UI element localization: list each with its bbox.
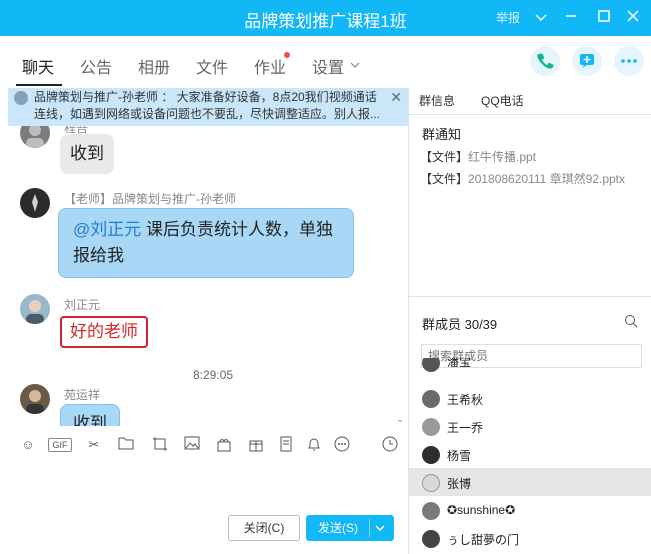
- members-title: 群成员 30/39: [422, 317, 498, 332]
- sender-name: 【老师】品牌策划与推广-孙老师: [64, 192, 236, 206]
- send-divider: [369, 519, 370, 537]
- file-item[interactable]: 【文件】201808620111 章琪然92.pptx: [420, 170, 625, 187]
- member-item[interactable]: 潘宝: [409, 358, 651, 376]
- tabs-divider: [409, 114, 651, 115]
- close-icon[interactable]: ✕: [390, 89, 402, 106]
- gift-box-icon[interactable]: [214, 436, 234, 454]
- avatar[interactable]: [20, 126, 50, 148]
- tab-qq-call[interactable]: QQ电话: [471, 88, 534, 114]
- message-input[interactable]: 关闭(C) 发送(S): [8, 460, 408, 554]
- chat-message-list[interactable]: 程吾 收到 【老师】品牌策划与推广-孙老师 @刘正元 课后负责统计人数，单独报给…: [8, 126, 408, 426]
- tab-homework[interactable]: 作业: [254, 54, 286, 78]
- more-icon[interactable]: [332, 436, 352, 454]
- chevron-down-icon[interactable]: [530, 6, 552, 28]
- folder-icon[interactable]: [116, 436, 136, 454]
- avatar: [422, 474, 440, 492]
- send-button[interactable]: 发送(S): [306, 515, 394, 541]
- message-bubble: 好的老师: [60, 316, 148, 348]
- tab-album[interactable]: 相册: [138, 54, 170, 78]
- add-message-button[interactable]: [572, 46, 602, 76]
- message-bubble: 收到: [60, 404, 120, 426]
- avatar[interactable]: [20, 188, 50, 218]
- avatar: [422, 530, 440, 548]
- sender-name: 刘正元: [64, 298, 101, 312]
- member-item[interactable]: ✪sunshine✪: [409, 496, 651, 524]
- avatar[interactable]: [20, 384, 50, 414]
- member-item[interactable]: 杨雪: [409, 440, 651, 468]
- phone-call-button[interactable]: [530, 46, 560, 76]
- active-tab-underline: [16, 84, 62, 86]
- more-dots-icon: [621, 59, 637, 63]
- history-icon[interactable]: [380, 436, 400, 454]
- mention-link[interactable]: @刘正元: [73, 220, 141, 239]
- time-separator: 8:29:05: [193, 368, 234, 382]
- message-bubble: @刘正元 课后负责统计人数，单独报给我: [58, 208, 354, 278]
- group-info-panel: 群信息 QQ电话 群通知 【文件】红牛传播.ppt 【文件】2018086201…: [408, 88, 651, 554]
- scissors-icon[interactable]: ✂: [84, 436, 104, 454]
- minimize-icon[interactable]: [560, 6, 582, 28]
- member-item[interactable]: 王希秋: [409, 384, 651, 412]
- avatar: [422, 502, 440, 520]
- tab-settings[interactable]: 设置: [312, 54, 344, 78]
- maximize-icon[interactable]: [593, 6, 615, 28]
- chevron-down-icon[interactable]: [374, 515, 386, 552]
- section-divider: [409, 296, 651, 297]
- scroll-down-icon[interactable]: ⌄: [396, 414, 404, 425]
- homework-badge: [284, 52, 290, 58]
- gif-icon[interactable]: GIF: [48, 438, 72, 452]
- avatar: [422, 418, 440, 436]
- file-item[interactable]: 【文件】红牛传播.ppt: [420, 148, 536, 165]
- member-item[interactable]: ぅし甜夢の门: [409, 524, 651, 552]
- group-notice-title: 群通知: [422, 127, 462, 142]
- member-item-selected[interactable]: 张博: [409, 468, 651, 496]
- pinned-notice-banner[interactable]: 品牌策划与推广-孙老师 ： 大家准备好设备，8点20我们视频通话连线，如遇到网络…: [8, 88, 408, 126]
- tab-announcement[interactable]: 公告: [80, 54, 112, 78]
- bell-icon[interactable]: [304, 436, 324, 454]
- input-toolbar: ☺ GIF ✂: [8, 430, 408, 460]
- title-bar: 品牌策划推广课程1班 举报: [0, 0, 651, 36]
- send-label: 发送(S): [318, 521, 358, 535]
- notice-text: 品牌策划与推广-孙老师 ： 大家准备好设备，8点20我们视频通话连线，如遇到网络…: [34, 90, 381, 121]
- screenshot-icon[interactable]: [150, 436, 170, 454]
- emoji-icon[interactable]: ☺: [18, 436, 38, 454]
- avatar[interactable]: [20, 294, 50, 324]
- window-title: 品牌策划推广课程1班: [244, 12, 407, 31]
- tab-chat[interactable]: 聊天: [22, 54, 54, 78]
- image-icon[interactable]: [182, 436, 202, 454]
- tab-group-info[interactable]: 群信息: [409, 88, 466, 114]
- present-icon[interactable]: [246, 436, 266, 454]
- message-bubble: 收到: [60, 134, 114, 174]
- chevron-down-icon[interactable]: [350, 56, 360, 74]
- sender-name: 苑运祥: [64, 388, 101, 402]
- voice-icon[interactable]: [276, 436, 296, 454]
- close-icon[interactable]: [622, 6, 644, 28]
- search-icon[interactable]: [624, 314, 638, 331]
- report-link[interactable]: 举报: [496, 9, 520, 26]
- message-plus-icon: [580, 54, 594, 68]
- teacher-avatar: [14, 91, 28, 105]
- more-options-button[interactable]: [614, 46, 644, 76]
- phone-icon: [537, 53, 554, 69]
- close-button[interactable]: 关闭(C): [228, 515, 300, 541]
- avatar: [422, 446, 440, 464]
- member-item[interactable]: 王一乔: [409, 412, 651, 440]
- tab-files[interactable]: 文件: [196, 54, 228, 78]
- avatar: [422, 390, 440, 408]
- tab-bar: 聊天 公告 相册 文件 作业 设置: [0, 36, 651, 88]
- avatar: [422, 358, 440, 372]
